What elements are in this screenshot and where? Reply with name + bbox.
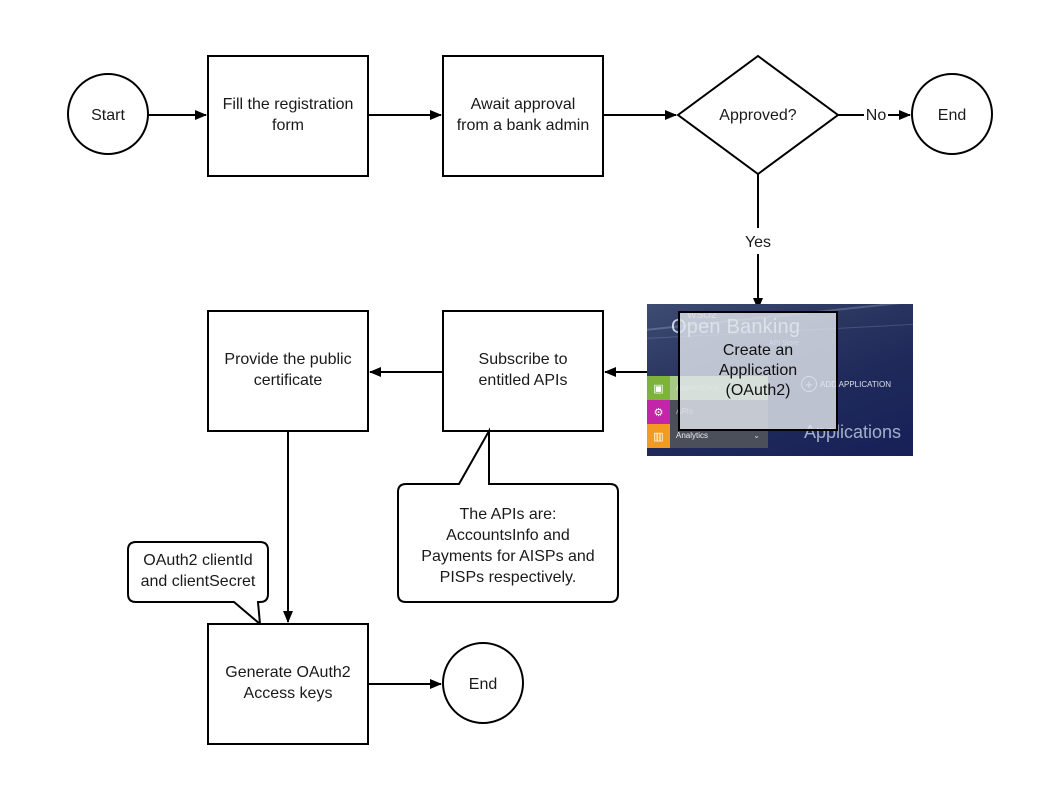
application-window-icon: ▣	[647, 376, 670, 400]
apis-callout-line-1: The APIs are:	[460, 506, 557, 523]
generate-keys-label-1: Generate OAuth2	[225, 664, 351, 681]
create-application-label: Create an Application (OAuth2)	[718, 342, 798, 399]
approved-decision-node: Approved?	[676, 54, 840, 176]
create-application-node: Create an Application (OAuth2)	[678, 311, 838, 431]
apis-callout-line-4: PISPs respectively.	[440, 569, 577, 586]
fill-form-label-1: Fill the registration	[223, 96, 354, 113]
bar-chart-icon: ▥	[647, 424, 670, 448]
end-final-label: End	[469, 676, 497, 693]
oauth-callout: OAuth2 clientId and clientSecret	[127, 541, 269, 627]
end-rejected-label: End	[938, 107, 966, 124]
provide-cert-label-2: certificate	[254, 372, 323, 389]
await-approval-node: Await approval from a bank admin	[442, 55, 604, 177]
fill-form-node: Fill the registration form	[207, 55, 369, 177]
generate-keys-label-2: Access keys	[244, 685, 333, 702]
apis-callout: The APIs are: AccountsInfo and Payments …	[397, 427, 619, 603]
await-approval-label-2: from a bank admin	[457, 117, 590, 134]
oauth-callout-line-1: OAuth2 clientId	[143, 552, 252, 569]
end-rejected-node: End	[911, 73, 993, 155]
apis-callout-line-2: AccountsInfo and	[446, 527, 570, 544]
await-approval-label-1: Await approval	[471, 96, 576, 113]
edge-label-yes: Yes	[745, 234, 771, 251]
subscribe-label-1: Subscribe to	[479, 351, 568, 368]
subscribe-node: Subscribe to entitled APIs	[442, 310, 604, 432]
menu-item-label-text: Analytics	[676, 431, 709, 440]
apis-callout-line-3: Payments for AISPs and	[421, 548, 594, 565]
edge-label-no: No	[866, 107, 887, 124]
start-label: Start	[91, 107, 125, 124]
oauth-callout-line-2: and clientSecret	[141, 573, 256, 590]
approved-label: Approved?	[719, 107, 796, 124]
provide-cert-node: Provide the public certificate	[207, 310, 369, 432]
provide-cert-label-1: Provide the public	[224, 351, 351, 368]
end-final-node: End	[442, 642, 524, 724]
subscribe-label-2: entitled APIs	[479, 372, 568, 389]
fill-form-label-2: form	[272, 117, 304, 134]
generate-keys-node: Generate OAuth2 Access keys	[207, 623, 369, 745]
start-node: Start	[67, 73, 149, 155]
api-gear-icon: ⚙	[647, 400, 670, 424]
